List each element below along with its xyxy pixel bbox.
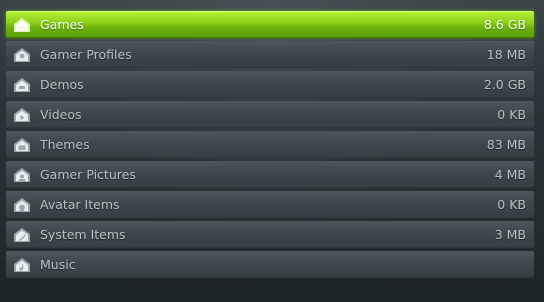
list-item-size: 4 MB: [494, 167, 526, 182]
list-item-games[interactable]: Games 8.6 GB: [6, 11, 534, 38]
list-item-label: Avatar Items: [40, 197, 120, 212]
list-item-gamer-profiles[interactable]: Gamer Profiles 18 MB: [6, 41, 534, 68]
list-item-label: Music: [40, 257, 76, 272]
videos-icon: [14, 107, 30, 122]
list-item-size: 0 KB: [497, 107, 526, 122]
storage-screen: Games 8.6 GB Gamer Profiles 18 MB Demos …: [0, 0, 544, 302]
demos-icon: [14, 77, 30, 92]
list-item-size: 8.6 GB: [483, 17, 526, 32]
list-item-size: 3 MB: [494, 227, 526, 242]
list-item-size: 2.0 GB: [483, 77, 526, 92]
list-item-label: Videos: [40, 107, 82, 122]
system-items-icon: [14, 227, 30, 242]
list-item-label: Gamer Profiles: [40, 47, 132, 62]
list-item-label: Gamer Pictures: [40, 167, 136, 182]
list-item-size: 18 MB: [486, 47, 526, 62]
list-item-system-items[interactable]: System Items 3 MB: [6, 221, 534, 248]
list-item-size: 0 KB: [497, 197, 526, 212]
list-item-music[interactable]: Music: [6, 251, 534, 278]
list-item-size: 83 MB: [486, 137, 526, 152]
list-item-label: System Items: [40, 227, 126, 242]
gamer-pictures-icon: [14, 167, 30, 182]
list-item-avatar-items[interactable]: Avatar Items 0 KB: [6, 191, 534, 218]
list-item-label: Demos: [40, 77, 84, 92]
music-icon: [14, 257, 30, 272]
avatar-items-icon: [14, 197, 30, 212]
list-item-themes[interactable]: Themes 83 MB: [6, 131, 534, 158]
list-item-videos[interactable]: Videos 0 KB: [6, 101, 534, 128]
storage-category-list: Games 8.6 GB Gamer Profiles 18 MB Demos …: [6, 11, 534, 278]
themes-icon: [14, 137, 30, 152]
list-item-label: Themes: [40, 137, 90, 152]
list-item-demos[interactable]: Demos 2.0 GB: [6, 71, 534, 98]
gamer-profiles-icon: [14, 47, 30, 62]
games-icon: [14, 17, 30, 32]
list-item-label: Games: [40, 17, 84, 32]
list-item-gamer-pictures[interactable]: Gamer Pictures 4 MB: [6, 161, 534, 188]
